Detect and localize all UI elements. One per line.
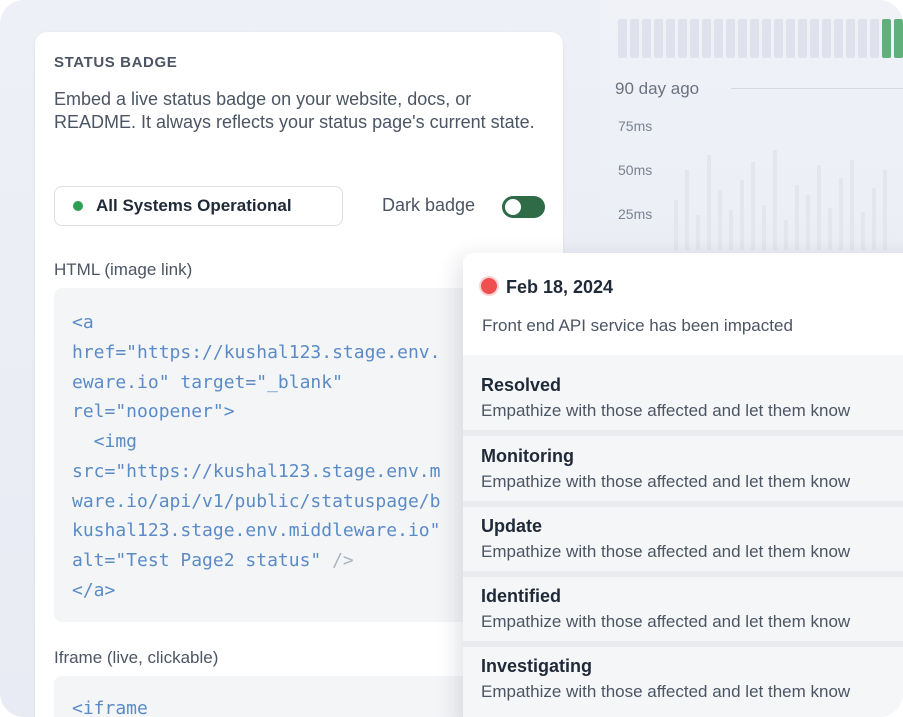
y-label-50: 50ms: [618, 162, 653, 178]
uptime-day-bar: [678, 19, 687, 58]
code-line: <img: [72, 431, 138, 452]
code-line: </a>: [72, 580, 116, 601]
code-alt-text: alt="Test Page2 status": [72, 550, 333, 571]
uptime-day-bar: [618, 19, 627, 58]
uptime-day-bar: [774, 19, 783, 58]
uptime-day-bar: [858, 19, 867, 58]
latency-bar: [707, 155, 711, 250]
uptime-day-bar: [630, 19, 639, 58]
uptime-day-bar: [750, 19, 759, 58]
latency-bar: [795, 185, 799, 250]
latency-bar: [861, 212, 865, 250]
uptime-day-bar: [726, 19, 735, 58]
update-status: Identified: [481, 586, 561, 606]
update-status: Investigating: [481, 656, 593, 676]
latency-bar: [839, 178, 843, 250]
update-text: Empathize with those affected and let th…: [481, 682, 851, 701]
update-text: Empathize with those affected and let th…: [481, 612, 851, 631]
uptime-day-bar: [642, 19, 651, 58]
update-status: Resolved: [481, 375, 562, 395]
y-label-75: 75ms: [618, 118, 653, 134]
latency-bar: [850, 160, 854, 250]
uptime-day-bar: [822, 19, 831, 58]
latency-bar: [729, 210, 733, 250]
code-line: eware.io" target="_blank": [72, 372, 343, 393]
range-label: 90 day ago: [615, 79, 700, 98]
uptime-day-bar: [738, 19, 747, 58]
dark-badge-toggle[interactable]: [502, 196, 545, 218]
latency-bars: [670, 140, 903, 250]
latency-bar: [872, 188, 876, 250]
update-row: Identified Empathize with those affected…: [463, 576, 903, 640]
status-dot-icon: [73, 201, 83, 211]
update-text: Empathize with those affected and let th…: [481, 401, 851, 420]
response-time-chart: 90 day ago 75ms 50ms 25ms: [600, 0, 903, 260]
latency-bar: [806, 195, 810, 250]
uptime-day-bar: [882, 19, 891, 58]
incident-date: Feb 18, 2024: [506, 277, 614, 297]
code-line: ware.io/api/v1/public/statuspage/b: [72, 491, 441, 512]
latency-bar: [685, 170, 689, 250]
latency-bar: [674, 200, 678, 250]
uptime-day-bar: [846, 19, 855, 58]
incident-card: Feb 18, 2024 Front end API service has b…: [463, 253, 903, 717]
uptime-day-bar: [702, 19, 711, 58]
html-label: HTML (image link): [54, 260, 193, 279]
incident-header: Feb 18, 2024 Front end API service has b…: [463, 253, 903, 355]
latency-bar: [751, 162, 755, 250]
latency-bar: [883, 170, 887, 250]
uptime-day-bar: [762, 19, 771, 58]
latency-bar: [696, 215, 700, 250]
latency-bar: [762, 205, 766, 250]
uptime-day-bar: [798, 19, 807, 58]
update-row: Resolved Empathize with those affected a…: [463, 365, 903, 429]
uptime-day-bar: [810, 19, 819, 58]
latency-bar: [828, 208, 832, 250]
code-img-close: />: [332, 550, 354, 571]
uptime-day-bar: [654, 19, 663, 58]
update-row: Update Empathize with those affected and…: [463, 506, 903, 570]
update-status: Update: [481, 516, 543, 536]
uptime-day-bar: [894, 19, 903, 58]
update-row: Monitoring Empathize with those affected…: [463, 436, 903, 500]
code-line: kushal123.stage.env.middleware.io": [72, 520, 441, 541]
code-line: src="https://kushal123.stage.env.m: [72, 461, 441, 482]
iframe-label: Iframe (live, clickable): [54, 648, 219, 667]
badge-text: All Systems Operational: [96, 196, 292, 215]
uptime-day-bar: [786, 19, 795, 58]
latency-bar: [817, 165, 821, 250]
update-row: Investigating Empathize with those affec…: [463, 646, 903, 710]
incident-description: Front end API service has been impacted: [482, 316, 793, 335]
toggle-knob: [505, 199, 521, 215]
update-text: Empathize with those affected and let th…: [481, 472, 851, 491]
app-frame: 90 day ago 75ms 50ms 25ms STATUS BADGE E…: [0, 0, 903, 717]
range-line: [731, 88, 903, 89]
code-line: href="https://kushal123.stage.env.: [72, 342, 441, 363]
latency-bar: [784, 220, 788, 250]
uptime-day-bar: [690, 19, 699, 58]
code-line: <iframe: [72, 698, 148, 717]
uptime-day-bar: [870, 19, 879, 58]
code-line: rel="noopener">: [72, 401, 235, 422]
latency-bar: [718, 190, 722, 250]
section-description: Embed a live status badge on your websit…: [54, 89, 535, 132]
y-label-25: 25ms: [618, 206, 653, 222]
update-text: Empathize with those affected and let th…: [481, 542, 851, 561]
code-line: <a: [72, 312, 94, 333]
uptime-day-bar: [834, 19, 843, 58]
latency-bar: [773, 150, 777, 250]
update-status: Monitoring: [481, 446, 574, 466]
uptime-day-bar: [666, 19, 675, 58]
dark-badge-label: Dark badge: [382, 195, 476, 215]
badge-preview[interactable]: All Systems Operational: [54, 186, 343, 226]
uptime-day-bar: [714, 19, 723, 58]
incident-status-icon: [481, 278, 497, 294]
code-line-alt: alt="Test Page2 status" />: [72, 550, 354, 571]
latency-bar: [740, 180, 744, 250]
section-title: STATUS BADGE: [54, 54, 178, 71]
